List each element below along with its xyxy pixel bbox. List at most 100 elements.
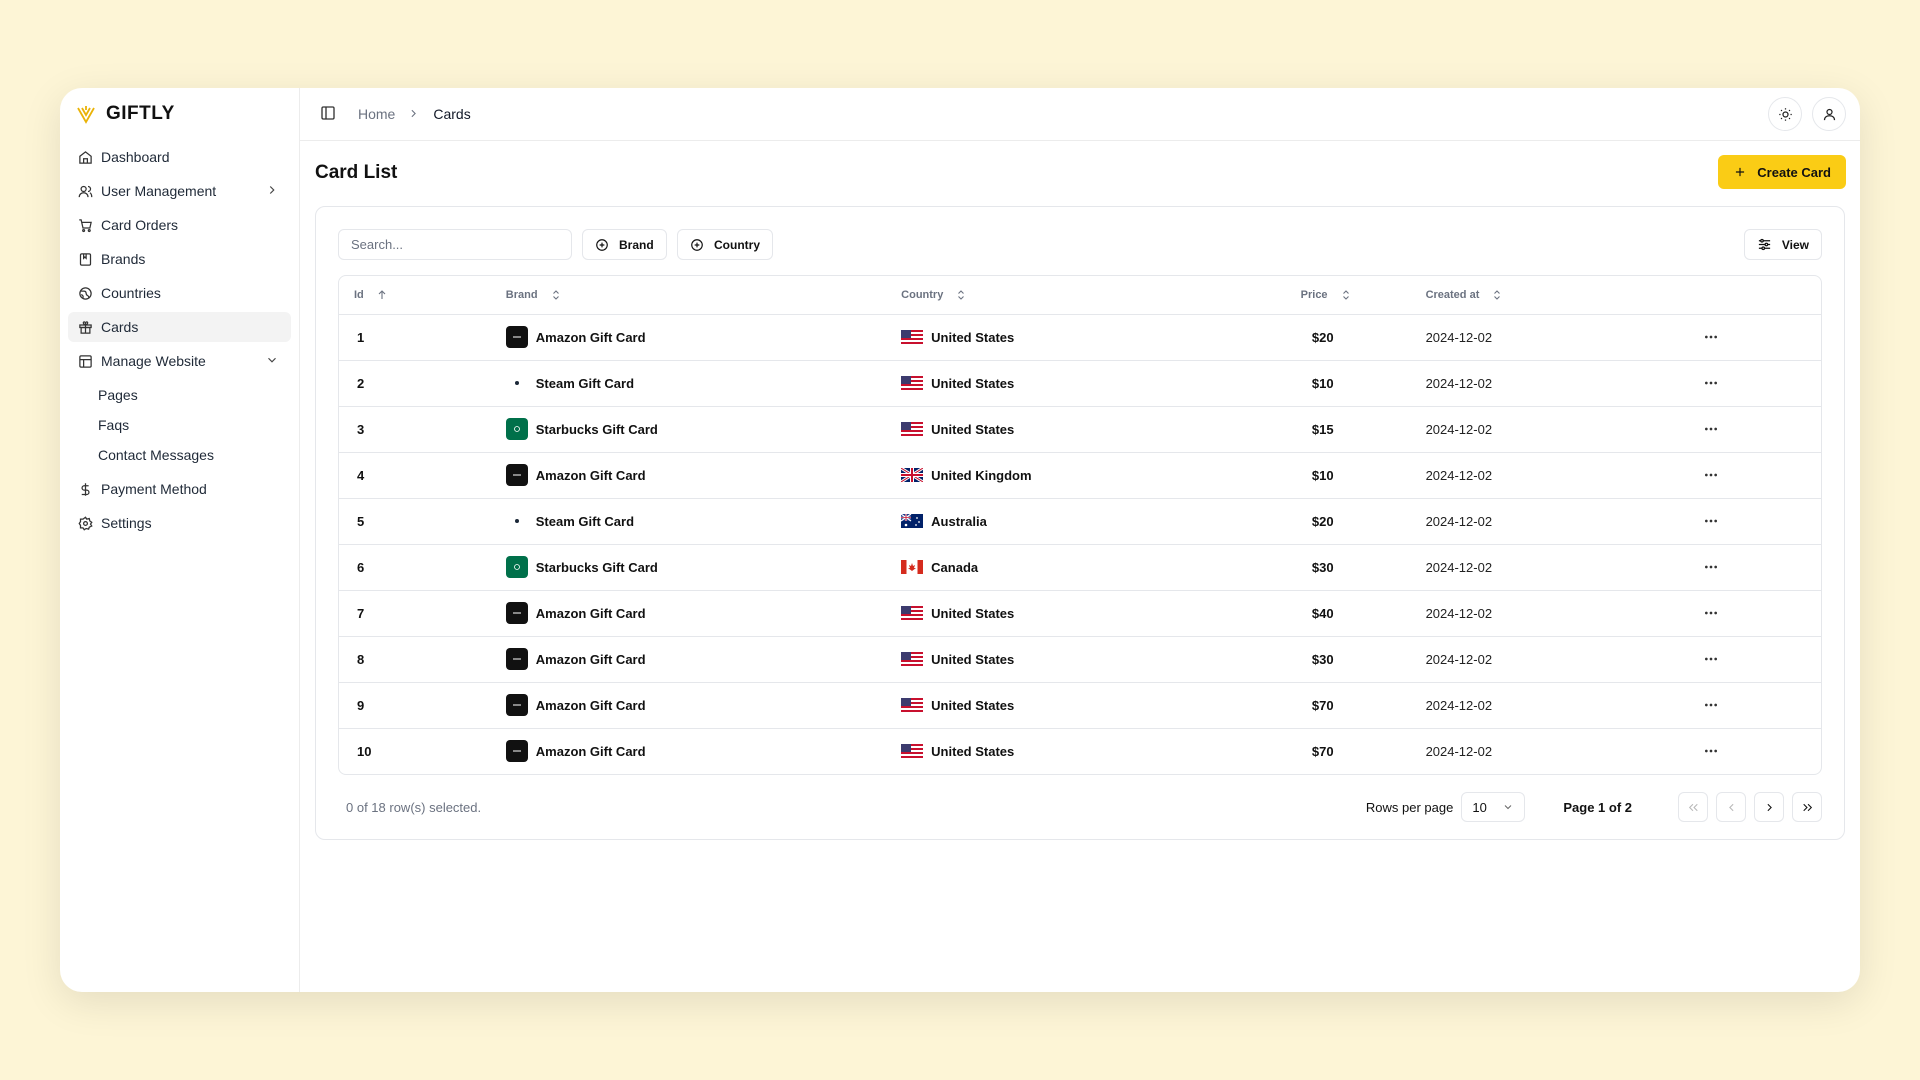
rows-per-page-select[interactable]: 10 — [1461, 792, 1526, 822]
table-row[interactable]: 3 Starbucks Gift Card United States $15 2024… — [339, 406, 1821, 453]
more-horizontal-icon[interactable] — [1701, 603, 1721, 623]
theme-toggle-button[interactable] — [1768, 97, 1802, 131]
cell-country: United States — [901, 360, 1281, 407]
table-row[interactable]: 5 Steam Gift Card Australia $20 2024-12-02 — [339, 498, 1821, 545]
more-horizontal-icon[interactable] — [1701, 741, 1721, 761]
table-row[interactable]: 2 Steam Gift Card United States $10 2024-12-… — [339, 360, 1821, 407]
table-toolbar: Brand Country View — [338, 229, 1822, 260]
sort-icon — [1340, 289, 1352, 301]
bookmark-icon — [77, 251, 93, 267]
table-row[interactable]: 7 Amazon Gift Card United States $40 2024-12… — [339, 590, 1821, 637]
table-row[interactable]: 1 Amazon Gift Card United States $20 2024-12… — [339, 314, 1821, 361]
sidebar-subitem-faqs[interactable]: Faqs — [68, 410, 291, 440]
sidebar-item-brands[interactable]: Brands — [68, 244, 291, 274]
gear-icon — [77, 515, 93, 531]
more-horizontal-icon[interactable] — [1701, 419, 1721, 439]
more-horizontal-icon[interactable] — [1701, 327, 1721, 347]
brand-filter-label: Brand — [619, 237, 654, 252]
cell-created-at: 2024-12-02 — [1425, 406, 1702, 453]
sidebar-item-card-orders[interactable]: Card Orders — [68, 210, 291, 240]
column-header-id[interactable]: Id — [339, 276, 506, 315]
globe-icon — [77, 285, 93, 301]
country-name: United States — [931, 375, 1015, 391]
country-name: United States — [931, 421, 1015, 437]
column-header-brand[interactable]: Brand — [505, 276, 902, 315]
cell-brand: Amazon Gift Card — [505, 682, 902, 729]
more-horizontal-icon[interactable] — [1701, 373, 1721, 393]
pagination: Rows per page 10 Page 1 of 2 — [1366, 792, 1822, 822]
country-filter-label: Country — [714, 237, 760, 252]
home-icon — [77, 149, 93, 165]
more-horizontal-icon[interactable] — [1701, 511, 1721, 531]
amazon-logo-icon — [505, 694, 528, 716]
previous-page-button[interactable] — [1716, 792, 1746, 822]
cell-created-at: 2024-12-02 — [1425, 682, 1702, 729]
cell-actions — [1701, 544, 1821, 591]
next-page-button[interactable] — [1754, 792, 1784, 822]
chevron-right-icon — [265, 183, 281, 199]
brand-name: Amazon Gift Card — [535, 467, 646, 483]
table-row[interactable]: 9 Amazon Gift Card United States $70 2024-12… — [339, 682, 1821, 729]
cell-id: 3 — [339, 406, 506, 453]
create-card-button[interactable]: Create Card — [1718, 155, 1846, 189]
cell-id: 5 — [339, 498, 506, 545]
more-horizontal-icon[interactable] — [1701, 465, 1721, 485]
cell-brand: Amazon Gift Card — [505, 314, 902, 361]
brand-filter-button[interactable]: Brand — [582, 229, 667, 260]
cell-id: 4 — [339, 452, 506, 499]
cell-created-at: 2024-12-02 — [1425, 636, 1702, 683]
cell-price: $10 — [1280, 360, 1426, 407]
cell-id: 6 — [339, 544, 506, 591]
cell-created-at: 2024-12-02 — [1425, 314, 1702, 361]
brand-name: Starbucks Gift Card — [535, 421, 658, 437]
sidebar-item-settings[interactable]: Settings — [68, 508, 291, 538]
breadcrumb-home[interactable]: Home — [358, 106, 395, 122]
sidebar-item-dashboard[interactable]: Dashboard — [68, 142, 291, 172]
country-name: United States — [931, 697, 1015, 713]
column-header-created-at[interactable]: Created at — [1425, 276, 1702, 315]
sidebar-item-countries[interactable]: Countries — [68, 278, 291, 308]
country-name: Canada — [931, 559, 979, 575]
table-row[interactable]: 6 Starbucks Gift Card Canada $30 2024-12-02 — [339, 544, 1821, 591]
table-row[interactable]: 10 Amazon Gift Card United States $70 2024-1… — [339, 728, 1821, 774]
cell-actions — [1701, 636, 1821, 683]
more-horizontal-icon[interactable] — [1701, 649, 1721, 669]
first-page-button[interactable] — [1678, 792, 1708, 822]
country-name: Australia — [931, 513, 987, 529]
sidebar-item-user-management[interactable]: User Management — [68, 176, 291, 206]
user-menu-button[interactable] — [1812, 97, 1846, 131]
cell-brand: Amazon Gift Card — [505, 728, 901, 774]
cart-icon — [77, 217, 93, 233]
view-label: View — [1781, 237, 1809, 252]
column-header-price[interactable]: Price — [1280, 276, 1426, 315]
sidebar-toggle-icon[interactable] — [320, 105, 338, 123]
country-filter-button[interactable]: Country — [677, 229, 773, 260]
sidebar-item-label: Dashboard — [101, 149, 170, 165]
brand[interactable]: GIFTLY — [68, 96, 291, 132]
column-header-label: Price — [1300, 288, 1328, 301]
us-flag-icon — [901, 606, 924, 620]
cell-price: $10 — [1280, 452, 1426, 499]
more-horizontal-icon[interactable] — [1701, 557, 1721, 577]
brand-name: Amazon Gift Card — [535, 329, 646, 345]
last-page-button[interactable] — [1792, 792, 1822, 822]
search-input[interactable] — [338, 229, 572, 260]
sidebar-item-cards[interactable]: Cards — [68, 312, 291, 342]
sidebar-item-manage-website[interactable]: Manage Website — [68, 346, 291, 376]
sidebar-item-payment-method[interactable]: Payment Method — [68, 474, 291, 504]
selection-count: 0 of 18 row(s) selected. — [346, 800, 482, 815]
table-row[interactable]: 4 Amazon Gift Card United Kingdom $10 2024-1… — [339, 452, 1821, 499]
sidebar-subitem-contact-messages[interactable]: Contact Messages — [68, 440, 291, 470]
more-horizontal-icon[interactable] — [1701, 695, 1721, 715]
cell-country: United States — [901, 590, 1281, 637]
cell-price: $30 — [1280, 636, 1426, 683]
column-header-actions — [1701, 276, 1821, 315]
view-options-button[interactable]: View — [1743, 229, 1822, 260]
column-header-country[interactable]: Country — [901, 276, 1281, 315]
table-row[interactable]: 8 Amazon Gift Card United States $30 2024-12… — [339, 636, 1821, 683]
breadcrumb-current: Cards — [433, 106, 471, 122]
plus-circle-icon — [595, 238, 609, 252]
us-flag-icon — [901, 330, 924, 344]
sidebar-subitem-pages[interactable]: Pages — [68, 380, 291, 410]
cell-country: United Kingdom — [901, 452, 1281, 499]
